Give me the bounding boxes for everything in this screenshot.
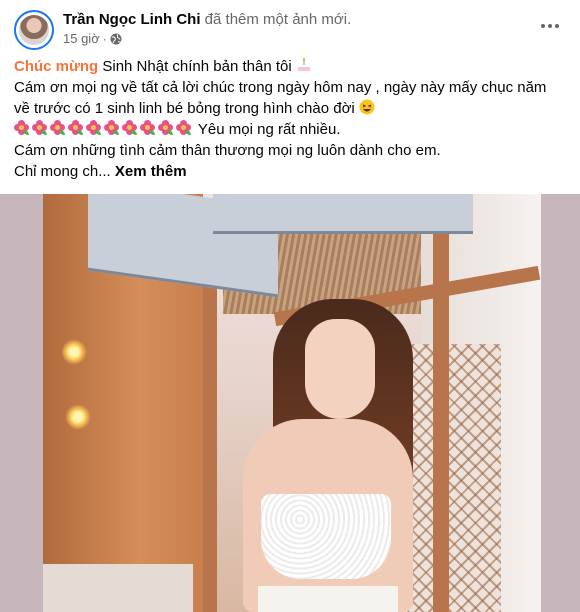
post-line-2: Cám ơn mọi ng về tất cả lời chúc trong n… [14, 79, 547, 96]
post-meta: 15 giờ · [63, 31, 122, 46]
post-line-1: Chúc mừng Sinh Nhật chính bản thân tôi [14, 56, 566, 77]
post-line-4-text: Yêu mọi ng rất nhiều. [197, 121, 341, 138]
blossom-emoji [104, 120, 120, 136]
post-line-6: Chỉ mong ch... Xem thêm [14, 161, 566, 182]
author-action: đã thêm một ảnh mới. [204, 11, 352, 28]
blossom-emoji [32, 120, 48, 136]
author-avatar[interactable] [14, 10, 54, 50]
blossom-emoji [50, 120, 66, 136]
blossom-emoji [14, 120, 30, 136]
globe-icon [110, 33, 122, 44]
post-line-3: về trước có 1 sinh linh bé bỏng trong hì… [14, 98, 566, 119]
blossom-emoji [68, 120, 84, 136]
photo-awning [213, 194, 473, 234]
post-timestamp[interactable]: 15 giờ [63, 31, 100, 46]
post-photo[interactable] [43, 194, 541, 612]
flower-emoji-row [14, 120, 198, 138]
photo-beam [433, 234, 449, 612]
truncated-text: Chỉ mong ch... [14, 163, 115, 180]
photo-subject-skirt [258, 586, 398, 612]
post-line-4: Yêu mọi ng rất nhiều. [14, 119, 566, 140]
photo-frame[interactable] [0, 194, 580, 612]
see-more-link[interactable]: Xem thêm [115, 163, 187, 180]
photo-shelf [43, 564, 193, 612]
photo-beam [203, 254, 217, 612]
highlight-phrase[interactable]: Chúc mừng [14, 58, 98, 75]
photo-subject-lace-top [261, 494, 391, 579]
blossom-emoji [122, 120, 138, 136]
birthday-cake-emoji [297, 57, 310, 71]
laughing-face-emoji [359, 99, 375, 115]
blossom-emoji [140, 120, 156, 136]
photo-lamp [65, 404, 91, 430]
photo-subject-face [305, 319, 375, 419]
post-line-3-text: về trước có 1 sinh linh bé bỏng trong hì… [14, 100, 359, 117]
blossom-emoji [176, 120, 192, 136]
post-header: Trần Ngọc Linh Chi đã thêm một ảnh mới. … [12, 8, 568, 52]
post-line-5: Cám ơn những tình cảm thân thương mọi ng… [14, 142, 441, 159]
author-name[interactable]: Trần Ngọc Linh Chi [63, 11, 201, 28]
more-options-button[interactable] [536, 12, 564, 40]
blossom-emoji [86, 120, 102, 136]
meta-separator: · [102, 31, 107, 46]
avatar-image [19, 15, 49, 45]
blossom-emoji [158, 120, 174, 136]
photo-lamp [61, 339, 87, 365]
post-text: Chúc mừng Sinh Nhật chính bản thân tôi C… [14, 56, 566, 182]
post-line-1-text: Sinh Nhật chính bản thân tôi [98, 58, 296, 75]
author-line: Trần Ngọc Linh Chi đã thêm một ảnh mới. [63, 11, 351, 28]
more-horizontal-icon [541, 24, 545, 28]
